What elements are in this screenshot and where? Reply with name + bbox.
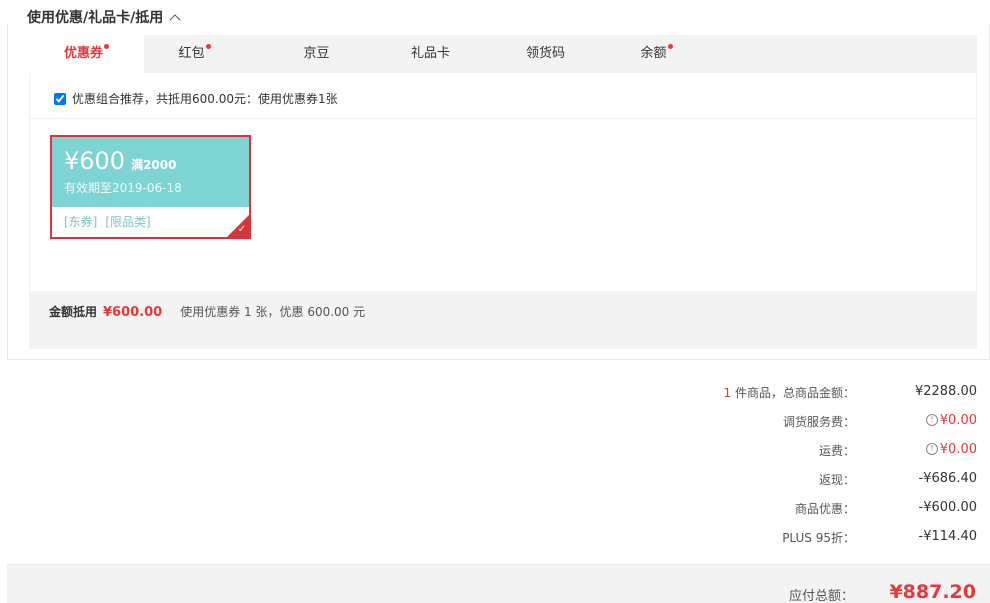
check-icon: ✓ xyxy=(237,224,246,235)
payable-value: ¥887.20 xyxy=(889,581,976,603)
tab-label: 礼品卡 xyxy=(410,46,450,61)
shipping-value: ¥0.00 xyxy=(939,442,977,457)
cashback-label: 返现： xyxy=(818,473,855,487)
plus-label: PLUS 95折： xyxy=(782,531,855,545)
items-label: 1 件商品，总商品金额： xyxy=(724,384,855,401)
payable-label: 应付总额： xyxy=(788,589,854,603)
deduction-summary: 金额抵用 ¥600.00 使用优惠券 1 张，优惠 600.00 元 xyxy=(29,291,977,349)
info-icon[interactable]: ! xyxy=(926,414,938,426)
tab-label: 京豆 xyxy=(303,46,330,61)
service-fee-row: 调货服务费： ! ¥0.00 xyxy=(0,413,990,433)
tab-jingdou[interactable]: 京豆 xyxy=(259,35,374,73)
product-discount-row: 商品优惠： -¥600.00 xyxy=(0,500,990,520)
tab-pickup-code[interactable]: 领货码 xyxy=(488,35,603,73)
tab-gift-card[interactable]: 礼品卡 xyxy=(373,35,488,73)
discount-tabs: 优惠券 红包 京豆 礼品卡 领货码 余额 xyxy=(29,35,977,74)
new-dot-icon xyxy=(667,44,673,49)
payable-bar: 应付总额： ¥887.20 xyxy=(7,564,990,603)
coupon-tags: [东券] [限品类] xyxy=(52,207,249,236)
coupon-card[interactable]: ¥600 满2000 有效期至2019-06-18 [东券] [限品类] ✓ xyxy=(50,135,251,239)
total-items-row: 1 件商品，总商品金额： ¥2288.00 xyxy=(0,384,990,404)
service-value: ¥0.00 xyxy=(939,413,977,428)
tab-label: 红包 xyxy=(178,46,205,61)
cashback-value: -¥686.40 xyxy=(918,471,977,486)
summary-label: 金额抵用 xyxy=(49,305,98,319)
new-dot-icon xyxy=(205,44,211,49)
recommend-option[interactable]: 优惠组合推荐，共抵用600.00元：使用优惠券1张 xyxy=(54,90,338,107)
tab-label: 优惠券 xyxy=(63,46,103,61)
items-label-text: 件商品，总商品金额： xyxy=(731,386,855,400)
tab-label: 领货码 xyxy=(525,46,565,61)
tab-balance[interactable]: 余额 xyxy=(599,35,714,73)
coupon-amount: ¥600 xyxy=(64,147,126,175)
service-label: 调货服务费： xyxy=(782,415,855,429)
discount-value: -¥600.00 xyxy=(918,500,977,515)
shipping-label: 运费： xyxy=(818,444,855,458)
items-value: ¥2288.00 xyxy=(914,384,977,399)
coupon-tag-jd: [东券] xyxy=(64,215,98,229)
divider xyxy=(29,118,977,119)
summary-amount: ¥600.00 xyxy=(103,305,163,320)
tab-label: 余额 xyxy=(640,46,667,61)
coupon-condition: 满2000 xyxy=(131,158,177,172)
plus-discount-row: PLUS 95折： -¥114.40 xyxy=(0,529,990,549)
coupon-header: ¥600 满2000 有效期至2019-06-18 xyxy=(52,137,249,207)
shipping-row: 运费： ! ¥0.00 xyxy=(0,442,990,462)
new-dot-icon xyxy=(104,44,109,49)
summary-desc: 使用优惠券 1 张，优惠 600.00 元 xyxy=(180,305,366,319)
info-icon[interactable]: ! xyxy=(926,443,938,455)
tab-coupon[interactable]: 优惠券 xyxy=(29,35,144,74)
discount-label: 商品优惠： xyxy=(794,502,855,516)
recommend-label: 优惠组合推荐，共抵用600.00元：使用优惠券1张 xyxy=(72,92,338,106)
cashback-row: 返现： -¥686.40 xyxy=(0,471,990,491)
recommend-checkbox[interactable] xyxy=(54,92,66,105)
tab-red-packet[interactable]: 红包 xyxy=(137,35,252,73)
plus-value: -¥114.40 xyxy=(918,529,977,544)
coupon-tag-category: [限品类] xyxy=(105,215,151,229)
coupon-expire: 有效期至2019-06-18 xyxy=(64,181,182,195)
